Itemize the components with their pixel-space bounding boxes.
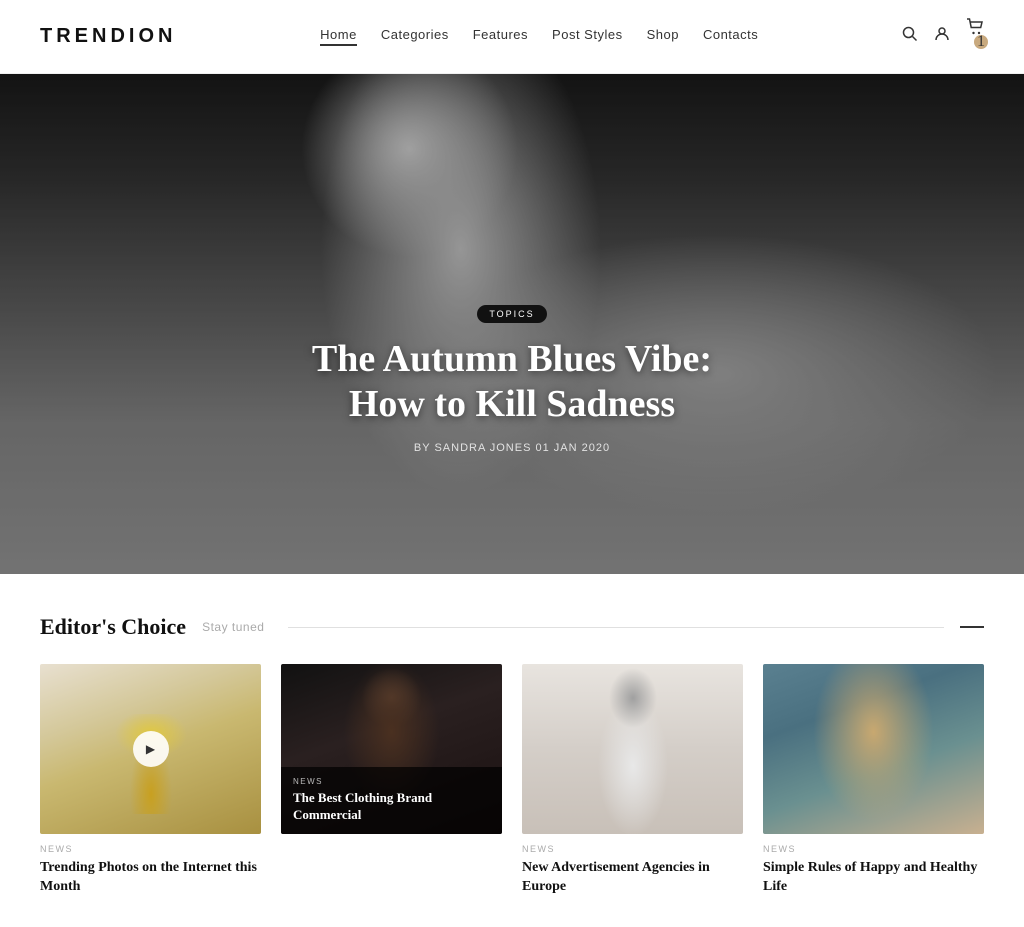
card-2-overlay: NEWS The Best Clothing Brand Commercial [281, 767, 502, 834]
search-icon[interactable] [902, 26, 918, 47]
nav-features[interactable]: Features [473, 27, 528, 46]
card-3-title: New Advertisement Agencies in Europe [522, 859, 743, 897]
card-2-tag-overlay: NEWS [293, 777, 490, 786]
card-3[interactable]: NEWS New Advertisement Agencies in Europ… [522, 664, 743, 897]
section-divider [288, 627, 944, 628]
nav-categories[interactable]: Categories [381, 27, 449, 46]
nav-home[interactable]: Home [320, 27, 357, 46]
card-4-title: Simple Rules of Happy and Healthy Life [763, 859, 984, 897]
cards-grid: ▶ NEWS Trending Photos on the Internet t… [40, 664, 984, 897]
nav-shop[interactable]: Shop [647, 27, 679, 46]
hero-title[interactable]: The Autumn Blues Vibe:How to Kill Sadnes… [212, 337, 812, 428]
card-1-image: ▶ [40, 664, 261, 834]
card-1-tag: NEWS [40, 844, 261, 854]
section-title: Editor's Choice [40, 614, 186, 640]
card-4-image [763, 664, 984, 834]
card-3-image [522, 664, 743, 834]
editors-choice-section: Editor's Choice Stay tuned ▶ NEWS Trendi… [0, 574, 1024, 927]
section-header: Editor's Choice Stay tuned [40, 614, 984, 640]
hero-tag[interactable]: TOPICS [477, 305, 546, 323]
card-4[interactable]: NEWS Simple Rules of Happy and Healthy L… [763, 664, 984, 897]
card-2-title-overlay: The Best Clothing Brand Commercial [293, 790, 490, 824]
hero-section: TOPICS The Autumn Blues Vibe:How to Kill… [0, 74, 1024, 574]
nav-post-styles[interactable]: Post Styles [552, 27, 623, 46]
hero-meta: By Sandra Jones 01 Jan 2020 [212, 442, 812, 454]
cart-icon-wrapper[interactable]: 1 [966, 18, 984, 55]
site-header: TRENDION Home Categories Features Post S… [0, 0, 1024, 74]
play-button[interactable]: ▶ [133, 731, 169, 767]
card-2[interactable]: NEWS The Best Clothing Brand Commercial [281, 664, 502, 897]
card-1[interactable]: ▶ NEWS Trending Photos on the Internet t… [40, 664, 261, 897]
cart-badge: 1 [974, 35, 988, 49]
header-icons: 1 [902, 18, 984, 55]
section-dash [960, 626, 984, 628]
site-logo[interactable]: TRENDION [40, 25, 176, 48]
user-icon[interactable] [934, 26, 950, 47]
hero-content: TOPICS The Autumn Blues Vibe:How to Kill… [212, 304, 812, 454]
card-1-title: Trending Photos on the Internet this Mon… [40, 859, 261, 897]
card-2-image: NEWS The Best Clothing Brand Commercial [281, 664, 502, 834]
card-3-tag: NEWS [522, 844, 743, 854]
main-nav: Home Categories Features Post Styles Sho… [320, 27, 758, 46]
nav-contacts[interactable]: Contacts [703, 27, 758, 46]
card-4-tag: NEWS [763, 844, 984, 854]
section-subtitle: Stay tuned [202, 620, 264, 634]
